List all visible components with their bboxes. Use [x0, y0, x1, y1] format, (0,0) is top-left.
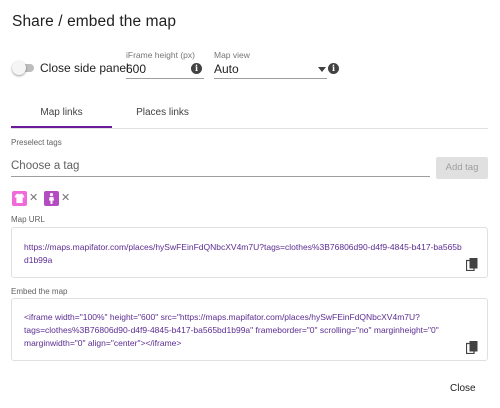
iframe-height-input[interactable]: 600 [126, 62, 146, 76]
tab-places-links[interactable]: Places links [112, 107, 213, 118]
embed-label: Embed the map [11, 287, 68, 296]
close-side-panel-toggle[interactable] [12, 61, 36, 75]
embed-code-text[interactable]: <iframe width="100%" height="600" src="h… [24, 311, 469, 350]
map-view-label: Map view [214, 50, 250, 60]
map-view-underline [214, 78, 327, 79]
person-icon [44, 191, 59, 206]
close-button[interactable]: Close [450, 383, 476, 394]
iframe-height-label: iFrame height (px) [126, 50, 195, 60]
tab-map-links[interactable]: Map links [11, 107, 112, 118]
copy-icon[interactable] [466, 258, 478, 271]
tag-input-underline [11, 176, 430, 177]
embed-code-box[interactable]: <iframe width="100%" height="600" src="h… [11, 298, 488, 361]
map-url-label: Map URL [11, 215, 45, 224]
dialog-title: Share / embed the map [12, 13, 177, 30]
iframe-height-underline [126, 78, 204, 79]
map-url-text[interactable]: https://maps.mapifator.com/places/hySwFE… [24, 241, 464, 267]
chevron-down-icon[interactable] [318, 67, 326, 72]
info-icon[interactable]: i [191, 63, 202, 74]
tshirt-icon [12, 191, 27, 206]
remove-tag-icon[interactable]: ✕ [29, 191, 38, 206]
copy-icon[interactable] [466, 341, 478, 354]
map-view-select[interactable]: Auto [214, 62, 239, 76]
tag-input[interactable]: Choose a tag [11, 160, 79, 172]
close-side-panel-label: Close side panel [40, 61, 129, 75]
preselect-tags-label: Preselect tags [11, 138, 62, 147]
tab-active-indicator [11, 126, 112, 128]
toggle-thumb [12, 61, 26, 75]
remove-tag-icon[interactable]: ✕ [61, 191, 70, 206]
add-tag-button[interactable]: Add tag [436, 157, 488, 179]
tabs-divider [11, 128, 488, 129]
info-icon[interactable]: i [328, 63, 339, 74]
map-url-box[interactable]: https://maps.mapifator.com/places/hySwFE… [11, 227, 488, 278]
share-embed-dialog: Share / embed the map Close side panel i… [0, 0, 500, 408]
